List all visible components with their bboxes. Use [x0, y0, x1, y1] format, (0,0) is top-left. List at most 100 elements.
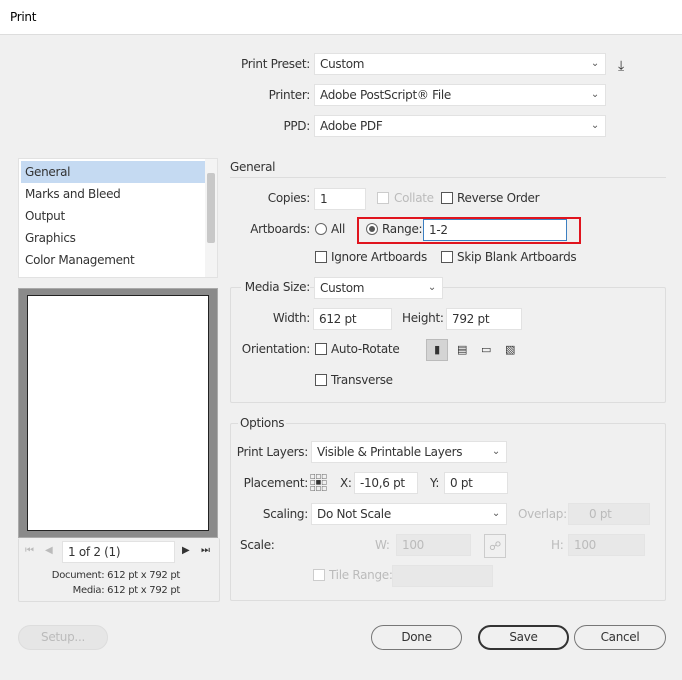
sidebar-item-label: Color Management: [25, 253, 135, 267]
transverse-checkbox[interactable]: [315, 374, 327, 386]
collate-label: Collate: [394, 191, 434, 205]
tile-range-input[interactable]: [392, 565, 493, 587]
auto-rotate-checkbox[interactable]: [315, 343, 327, 355]
transverse-label: Transverse: [331, 373, 393, 387]
copies-input[interactable]: 1: [314, 188, 366, 210]
chevron-down-icon: ⌄: [590, 120, 599, 131]
chevron-down-icon: ⌄: [427, 282, 436, 293]
print-layers-value: Visible & Printable Layers: [317, 445, 463, 459]
prev-page-icon[interactable]: ◀: [45, 545, 53, 556]
list-scrollbar[interactable]: [205, 159, 217, 277]
x-input[interactable]: -10,6 pt: [354, 472, 418, 494]
range-label: Range:: [382, 222, 423, 236]
ppd-select[interactable]: Adobe PDF ⌄: [314, 115, 606, 137]
media-size-select[interactable]: Custom ⌄: [314, 277, 443, 299]
overlap-input[interactable]: 0 pt: [568, 503, 650, 525]
print-preset-select[interactable]: Custom ⌄: [314, 53, 606, 75]
sidebar-item-output[interactable]: Output: [21, 205, 69, 227]
ignore-artboards-checkbox[interactable]: [315, 251, 327, 263]
save-preset-icon[interactable]: ⤓: [618, 58, 624, 74]
x-label: X:: [340, 476, 352, 490]
width-input[interactable]: 612 pt: [313, 308, 392, 330]
landscape-orientation-icon[interactable]: ▤: [452, 340, 472, 360]
options-heading: Options: [238, 415, 287, 431]
collate-checkbox[interactable]: [377, 192, 389, 204]
media-size-label: Media Size:: [240, 279, 310, 295]
page-field[interactable]: 1 of 2 (1): [62, 541, 175, 563]
general-heading: General: [230, 160, 276, 174]
artboards-label: Artboards:: [250, 222, 310, 236]
tile-range-checkbox[interactable]: [313, 569, 325, 581]
print-preview: [18, 288, 218, 538]
scaling-value: Do Not Scale: [317, 507, 391, 521]
sidebar-item-label: Marks and Bleed: [25, 187, 121, 201]
print-preset-value: Custom: [320, 57, 365, 71]
y-label: Y:: [430, 476, 440, 490]
next-page-icon[interactable]: ▶: [182, 545, 190, 556]
ppd-label: PPD:: [283, 119, 310, 133]
divider: [230, 177, 666, 178]
all-label: All: [331, 222, 345, 236]
all-radio[interactable]: [315, 223, 327, 235]
scale-label: Scale:: [240, 538, 275, 552]
scale-w-input[interactable]: 100: [396, 534, 471, 556]
auto-rotate-label: Auto-Rotate: [331, 342, 400, 356]
skip-blank-checkbox[interactable]: [441, 251, 453, 263]
document-size: Document: 612 pt x 792 pt: [51, 570, 181, 581]
setup-button[interactable]: Setup...: [18, 625, 108, 650]
tile-range-label: Tile Range:: [329, 568, 393, 582]
placement-label: Placement:: [243, 476, 309, 490]
cancel-button[interactable]: Cancel: [574, 625, 666, 650]
copies-label: Copies:: [267, 191, 311, 205]
sidebar-item-label: Output: [25, 209, 65, 223]
window-title: Print: [10, 10, 37, 24]
h-label: H:: [551, 538, 564, 552]
y-input[interactable]: 0 pt: [444, 472, 508, 494]
preview-page: [27, 295, 209, 531]
range-radio[interactable]: [366, 223, 378, 235]
print-layers-label: Print Layers:: [236, 445, 309, 459]
print-preset-label: Print Preset:: [241, 57, 310, 71]
sidebar-item-general[interactable]: General: [21, 161, 205, 183]
chevron-down-icon: ⌄: [491, 508, 500, 519]
orientation-label: Orientation:: [241, 342, 311, 356]
scaling-label: Scaling:: [262, 507, 308, 521]
media-size-value: Custom: [320, 281, 365, 295]
chevron-down-icon: ⌄: [491, 446, 500, 457]
landscape-flipped-orientation-icon[interactable]: ▧: [500, 340, 520, 360]
portrait-flipped-orientation-icon[interactable]: ▭: [476, 340, 496, 360]
scrollbar-thumb[interactable]: [207, 173, 215, 243]
sidebar-item-color-management[interactable]: Color Management: [21, 249, 138, 271]
sidebar-item-marks-and-bleed[interactable]: Marks and Bleed: [21, 183, 125, 205]
sidebar-item-label: Graphics: [25, 231, 76, 245]
height-input[interactable]: 792 pt: [446, 308, 522, 330]
save-button[interactable]: Save: [478, 625, 569, 650]
media-size-info: Media: 612 pt x 792 pt: [72, 585, 181, 596]
height-label: Height:: [402, 311, 444, 325]
scale-h-input[interactable]: 100: [568, 534, 645, 556]
first-page-icon[interactable]: ⏮: [25, 545, 34, 556]
placement-grid-icon[interactable]: □□□ □■□ □□□: [310, 474, 330, 492]
link-proportions-icon[interactable]: ☍: [484, 534, 506, 558]
ppd-value: Adobe PDF: [320, 119, 383, 133]
title-bar: Print: [0, 0, 682, 35]
reverse-order-checkbox[interactable]: [441, 192, 453, 204]
done-button[interactable]: Done: [371, 625, 462, 650]
overlap-label: Overlap:: [518, 507, 567, 521]
ignore-artboards-label: Ignore Artboards: [331, 250, 427, 264]
print-layers-select[interactable]: Visible & Printable Layers ⌄: [311, 441, 507, 463]
last-page-icon[interactable]: ⏭: [201, 545, 210, 556]
sidebar-item-graphics[interactable]: Graphics: [21, 227, 80, 249]
range-input[interactable]: 1-2: [423, 219, 567, 241]
w-label: W:: [375, 538, 390, 552]
width-label: Width:: [272, 311, 310, 325]
chevron-down-icon: ⌄: [590, 58, 599, 69]
category-list: General Marks and Bleed Output Graphics …: [18, 158, 218, 278]
scaling-select[interactable]: Do Not Scale ⌄: [311, 503, 507, 525]
printer-select[interactable]: Adobe PostScript® File ⌄: [314, 84, 606, 106]
chevron-down-icon: ⌄: [590, 89, 599, 100]
skip-blank-label: Skip Blank Artboards: [457, 250, 577, 264]
reverse-order-label: Reverse Order: [457, 191, 540, 205]
printer-label: Printer:: [268, 88, 311, 102]
portrait-orientation-icon[interactable]: ▮: [426, 339, 448, 361]
